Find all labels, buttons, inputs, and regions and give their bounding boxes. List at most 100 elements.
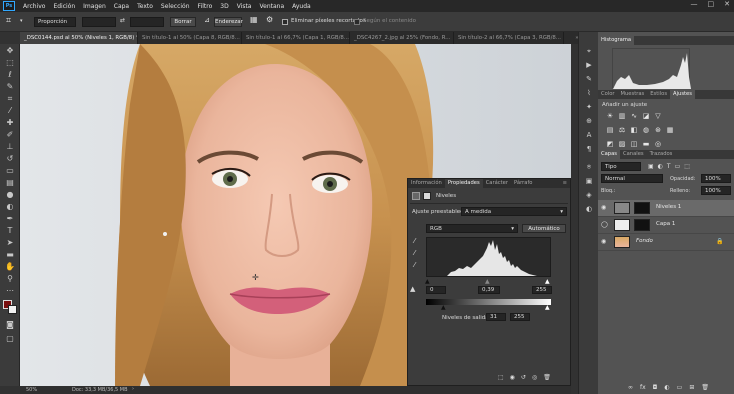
reset-icon[interactable]: ↺ [521,374,526,381]
tab-muestras[interactable]: Muestras [618,90,648,99]
white-eyedropper-icon[interactable]: ⁄ [414,261,415,269]
clipping-warning-icon[interactable]: ▲ [410,285,415,293]
blur-icon[interactable]: ● [4,190,16,200]
selective-color-icon[interactable]: ◎ [654,140,662,148]
tab-color[interactable]: Color [598,90,618,99]
gray-eyedropper-icon[interactable]: ⁄ [414,249,415,257]
new-layer-icon[interactable]: ⊞ [689,384,694,391]
output-black-slider[interactable]: ▲ [441,304,446,311]
swap-dimensions-icon[interactable]: ⇄ [120,17,125,24]
maximize-button[interactable]: □ [708,0,715,8]
eraser-icon[interactable]: ▭ [4,166,16,176]
grid-overlay-icon[interactable]: ▦ [250,15,258,24]
layer-name[interactable]: Capa 1 [656,221,675,227]
mask-thumbnail[interactable] [634,219,650,231]
straighten-button[interactable]: Enderezar [214,17,243,27]
menu-3d[interactable]: 3D [216,3,232,10]
menu-filtro[interactable]: Filtro [194,3,217,10]
quick-mask-icon[interactable]: ◙ [4,320,16,330]
brush-icon[interactable]: ✐ [4,130,16,140]
zoom-level[interactable]: 50% [26,387,37,393]
history-brush-icon[interactable]: ↺ [4,154,16,164]
type-filter-icon[interactable]: T [667,163,671,170]
tab-document-3[interactable]: Sin título-1 al 66,7% (Capa 1, RGB/8... [242,32,350,44]
eyedropper-icon[interactable]: ⁄ [4,106,16,116]
panel-menu-icon[interactable]: ≡ [560,179,570,188]
history-panel-icon[interactable]: ⌖ [584,46,594,56]
invert-icon[interactable]: ◩ [606,140,614,148]
tab-document-2[interactable]: Sin título-1 al 50% (Capa 8, RGB/8... [138,32,242,44]
layer-row-niveles[interactable]: ◉ Niveles 1 [598,200,734,217]
clear-button[interactable]: Borrar [170,17,196,27]
menu-ayuda[interactable]: Ayuda [288,3,315,10]
character-panel-icon[interactable]: A [584,130,594,140]
visibility-eye-icon[interactable]: ◯ [601,221,609,229]
photo-filter-icon[interactable]: ◍ [642,126,650,134]
menu-texto[interactable]: Texto [133,3,157,10]
add-mask-icon[interactable]: ◘ [653,384,658,391]
zoom-icon[interactable]: ⚲ [4,274,16,284]
dodge-icon[interactable]: ◐ [4,202,16,212]
black-eyedropper-icon[interactable]: ⁄ [414,237,415,245]
gradient-icon[interactable]: ▤ [4,178,16,188]
visibility-eye-icon[interactable]: ◎ [532,374,537,381]
threshold-icon[interactable]: ◫ [630,140,638,148]
menu-archivo[interactable]: Archivo [19,3,49,10]
color-panel-icon[interactable]: ◈ [584,190,594,200]
move-tool-icon[interactable]: ✥ [4,46,16,56]
actions-panel-icon[interactable]: ▶ [584,60,594,70]
screen-mode-icon[interactable]: ▢ [4,334,16,344]
channel-select[interactable]: RGB ▾ [426,224,518,233]
visibility-eye-icon[interactable]: ◉ [601,238,609,246]
menu-imagen[interactable]: Imagen [79,3,110,10]
input-black-field[interactable]: 0 [426,286,446,294]
more-tools-icon[interactable]: ⋯ [4,286,16,296]
color-lookup-icon[interactable]: ▦ [666,126,674,134]
tab-document-5[interactable]: Sin título-2 al 66,7% (Capa 3, RGB/8... [454,32,564,44]
background-color-swatch[interactable] [8,305,17,314]
menu-capa[interactable]: Capa [110,3,133,10]
crop-ratio-select[interactable]: Proporción [34,17,76,27]
menu-seleccion[interactable]: Selección [157,3,194,10]
pen-icon[interactable]: ✒ [4,214,16,224]
adjust-icon[interactable]: ✦ [584,102,594,112]
new-adjustment-icon[interactable]: ◐ [664,384,669,391]
levels-icon[interactable]: ▥ [618,112,626,120]
preset-select[interactable]: A medida ▾ [461,207,567,216]
straighten-icon[interactable]: ⊿ [204,16,210,24]
gradient-map-icon[interactable]: ▬ [642,140,650,148]
input-gamma-slider[interactable]: ▲ [485,278,490,285]
input-gamma-field[interactable]: 0,39 [478,286,500,294]
trash-icon[interactable]: 🗑 [701,384,709,391]
paragraph-panel-icon[interactable]: ¶ [584,144,594,154]
brightness-contrast-icon[interactable]: ☀ [606,112,614,120]
menu-edicion[interactable]: Edición [49,3,79,10]
crop-tool-icon[interactable]: ⌗ [6,16,11,26]
smart-filter-icon[interactable]: ⬚ [684,163,690,170]
libraries-icon[interactable]: ▣ [584,176,594,186]
tab-capas[interactable]: Capas [598,150,620,159]
output-white-slider[interactable]: ▲ [545,304,550,311]
link-layers-icon[interactable]: ∞ [628,384,633,391]
output-white-field[interactable]: 255 [510,313,530,321]
menu-vista[interactable]: Vista [233,3,256,10]
crop-icon[interactable]: ⌗ [4,94,16,104]
layer-style-icon[interactable]: fx [640,384,646,391]
brush-settings-icon[interactable]: ✎ [584,74,594,84]
tab-document-4[interactable]: _DSC4267_2.jpg al 25% (Fondo, R... [350,32,454,44]
crop-width-input[interactable] [82,17,116,27]
delete-cropped-checkbox[interactable] [282,19,288,25]
auto-button[interactable]: Automático [522,224,566,233]
tab-propiedades[interactable]: Propiedades [444,179,483,188]
status-arrow-icon[interactable]: › [132,386,134,392]
visibility-eye-icon[interactable]: ◉ [601,204,609,212]
pixel-filter-icon[interactable]: ▣ [648,163,654,170]
lasso-tool-icon[interactable]: ℓ [4,70,16,80]
healing-brush-icon[interactable]: ✚ [4,118,16,128]
gear-icon[interactable]: ⚙ [266,15,273,24]
input-white-field[interactable]: 255 [532,286,552,294]
tab-ajustes[interactable]: Ajustes [670,90,695,99]
crop-height-input[interactable] [130,17,164,27]
layer-name[interactable]: Fondo [636,238,653,244]
clone-source-icon[interactable]: ⊕ [584,116,594,126]
